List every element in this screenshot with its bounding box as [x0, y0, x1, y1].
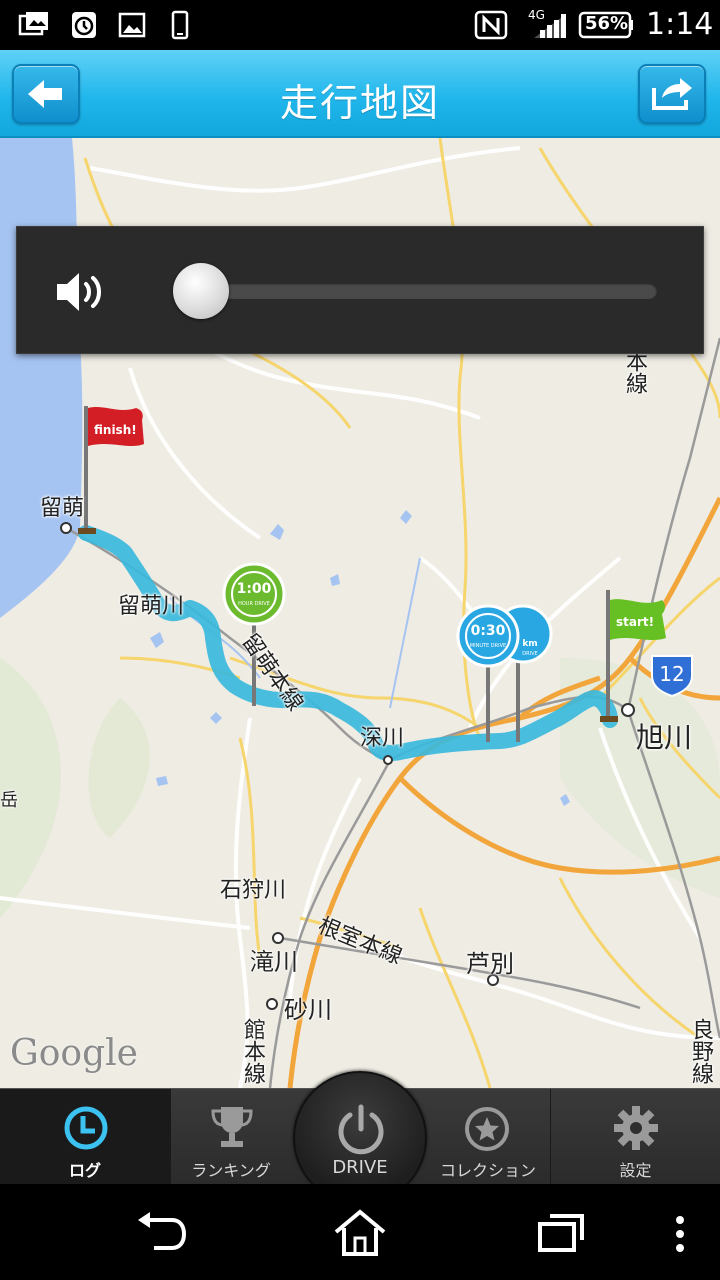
tab-settings-label: 設定 [619, 1161, 652, 1180]
status-bar: 4G 56% 1:14 [0, 0, 720, 50]
back-button[interactable] [12, 64, 80, 124]
one-hour-badge-time: 1:00 [237, 581, 272, 597]
nav-recents-icon[interactable] [536, 1212, 586, 1254]
volume-panel [16, 226, 704, 354]
page-title: 走行地図 [279, 81, 440, 125]
tab-ranking-label: ランキング [191, 1161, 271, 1180]
trophy-icon [211, 1107, 253, 1147]
label-dake: 岳 [0, 790, 18, 811]
nfc-icon [474, 10, 508, 40]
label-furano-line: 良野線 [688, 1018, 713, 1084]
clock-time: 1:14 [646, 7, 714, 42]
label-rumoi: 留萌 [40, 496, 85, 521]
label-rumoi-river: 留萌川 [118, 594, 185, 619]
volume-slider-track[interactable] [201, 283, 657, 299]
power-icon [338, 1104, 384, 1155]
label-fukagawa: 深川 [360, 726, 405, 751]
finish-flag-label: finish! [94, 423, 137, 437]
gallery-icon [118, 12, 146, 38]
system-nav-bar [0, 1184, 720, 1280]
label-ishikari-river: 石狩川 [220, 878, 287, 903]
thirty-minute-badge-time: 0:30 [471, 623, 506, 639]
photo-share-icon [18, 12, 48, 36]
label-line-partial: 本線 [622, 350, 647, 394]
volume-slider-thumb[interactable] [173, 263, 229, 319]
phone-icon [171, 10, 189, 40]
bottom-tab-bar: ログ ランキング DRIVE コレクション 設定 [0, 1071, 720, 1205]
nav-home-icon[interactable] [332, 1208, 388, 1258]
label-hakodate-main-line: 館本線 [240, 1018, 265, 1084]
alarm-icon [72, 12, 96, 38]
sea-area [0, 138, 83, 618]
clock-icon [64, 1106, 108, 1150]
tab-ranking[interactable]: ランキング [171, 1089, 291, 1185]
one-hour-badge-text: HOUR DRIVE [238, 601, 270, 607]
rumoi-dot [60, 522, 72, 534]
gear-icon [614, 1106, 658, 1150]
distance-badge-text: DRIVE [522, 651, 537, 657]
back-arrow-icon [28, 80, 62, 108]
label-ashibetsu: 芦別 [466, 950, 514, 978]
speaker-icon [57, 273, 101, 311]
tab-settings[interactable]: 設定 [551, 1089, 720, 1185]
signal-icon [534, 14, 566, 38]
thirty-minute-badge-text: MINUTE DRIVE [470, 643, 506, 649]
nav-menu-icon[interactable] [670, 1214, 690, 1254]
label-asahikawa: 旭川 [636, 721, 693, 754]
google-attribution: Google [10, 1033, 138, 1074]
tab-log-label: ログ [68, 1161, 101, 1180]
app-header: 走行地図 [0, 50, 720, 138]
route-12-label: 12 [659, 662, 684, 686]
nav-back-icon[interactable] [134, 1212, 188, 1252]
start-flag-label: start! [616, 615, 654, 629]
star-icon [465, 1107, 509, 1151]
tab-log[interactable]: ログ [0, 1089, 170, 1185]
distance-badge-unit: km [522, 639, 537, 649]
tab-collection-label: コレクション [439, 1161, 536, 1180]
share-icon [652, 78, 692, 110]
battery-level: 56% [585, 13, 629, 34]
tab-collection[interactable]: コレクション [428, 1089, 548, 1185]
finish-flag-marker: finish! [78, 406, 144, 534]
sunagawa-dot [266, 998, 278, 1010]
share-button[interactable] [638, 64, 706, 124]
drive-button-label: DRIVE [332, 1157, 388, 1178]
label-takikawa: 滝川 [250, 948, 298, 976]
label-sunagawa: 砂川 [284, 996, 332, 1024]
fukagawa-dot [383, 755, 393, 765]
asahikawa-dot [621, 703, 635, 717]
